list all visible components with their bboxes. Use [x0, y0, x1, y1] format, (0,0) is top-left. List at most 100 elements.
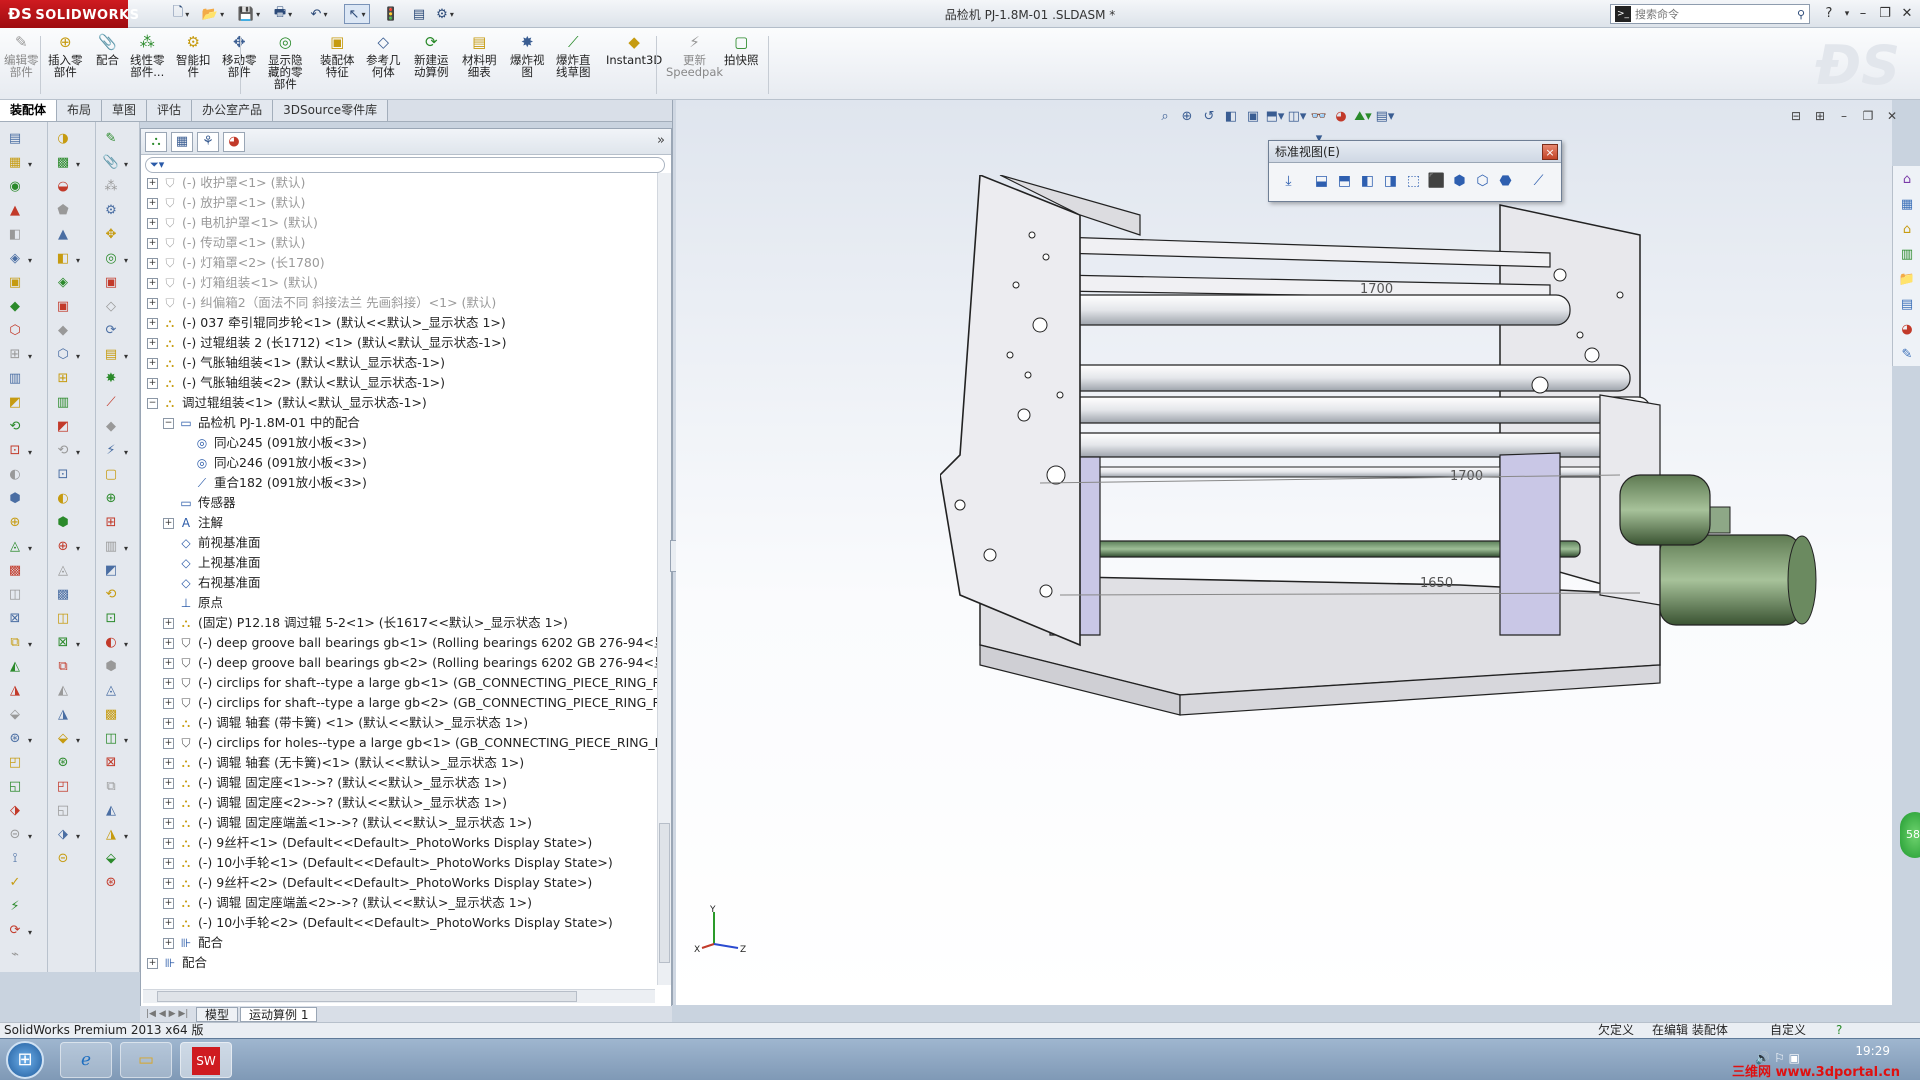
- tool-icon[interactable]: ▣: [102, 274, 120, 292]
- tab-5[interactable]: 3DSource零件库: [273, 100, 389, 121]
- snapshot-button[interactable]: ▢ 拍快照: [724, 32, 759, 67]
- scenes-icon[interactable]: ◕: [1896, 319, 1918, 341]
- tab-0[interactable]: 装配体: [0, 100, 58, 121]
- tree-row[interactable]: + ⛬ (-) 9丝杆<1> (Default<<Default>_PhotoWor…: [163, 833, 592, 853]
- tool-icon[interactable]: ✸: [102, 370, 120, 388]
- tool-icon[interactable]: ▦ ▾: [6, 154, 32, 172]
- tool-icon[interactable]: ⬡: [6, 322, 24, 340]
- tool-icon[interactable]: ◬: [54, 562, 72, 580]
- display-manager-tab-icon[interactable]: ◕: [223, 132, 245, 152]
- tool-icon[interactable]: ▥: [6, 370, 24, 388]
- property-manager-tab-icon[interactable]: ▦: [171, 132, 193, 152]
- tool-icon[interactable]: ⊡ ▾: [6, 442, 32, 460]
- assembly-features-button[interactable]: ▣ 装配体 特征: [320, 32, 355, 79]
- undo-icon[interactable]: ↶ ▾: [306, 4, 332, 24]
- tab-motion-study[interactable]: 运动算例 1: [240, 1006, 318, 1022]
- expand-toggle-icon[interactable]: +: [147, 957, 158, 969]
- tool-icon[interactable]: ◐: [54, 490, 72, 508]
- design-library-icon[interactable]: ▦: [1896, 194, 1918, 216]
- expand-toggle-icon[interactable]: +: [163, 917, 174, 929]
- dimension-label[interactable]: 1650: [1420, 576, 1453, 591]
- tool-icon[interactable]: ◑: [54, 130, 72, 148]
- tree-row[interactable]: + ⛬ (-) 调辊 固定座端盖<1>->? (默认<<默认>_显示状态 1>): [163, 813, 532, 833]
- status-units[interactable]: 自定义: [1770, 1023, 1806, 1038]
- search-pane-icon[interactable]: ▥: [1896, 244, 1918, 266]
- instant3d-button[interactable]: ◆ Instant3D: [606, 32, 662, 67]
- configuration-manager-tab-icon[interactable]: ⚘: [197, 132, 219, 152]
- viewport-single-icon[interactable]: ⊟: [1784, 106, 1808, 126]
- tool-icon[interactable]: ✥: [102, 226, 120, 244]
- tree-row[interactable]: + ⛉ (-) deep groove ball bearings gb<2> (R…: [163, 653, 659, 673]
- file-explorer-pane-icon[interactable]: ⌂: [1896, 219, 1918, 241]
- tree-row[interactable]: + ⛬ (-) 10小手轮<1> (Default<<Default>_PhotoW…: [163, 853, 613, 873]
- tool-icon[interactable]: 📎 ▾: [102, 154, 128, 172]
- tool-icon[interactable]: ⟳ ▾: [6, 922, 32, 940]
- exploded-view-button[interactable]: ✸ 爆炸视图: [510, 32, 545, 79]
- tool-icon[interactable]: ⊛ ▾: [6, 730, 32, 748]
- expand-toggle-icon[interactable]: +: [147, 197, 158, 209]
- tab-model[interactable]: 模型: [196, 1006, 239, 1022]
- tree-filter[interactable]: ⏷▾: [145, 157, 665, 173]
- tree-row[interactable]: + ⛉ (-) 灯箱组装<1> (默认): [147, 273, 318, 293]
- tool-icon[interactable]: ◈ ▾: [6, 250, 32, 268]
- file-explorer-icon[interactable]: ▭: [120, 1042, 172, 1078]
- tool-icon[interactable]: ⧉: [54, 658, 72, 676]
- tool-icon[interactable]: ⬡ ▾: [54, 346, 80, 364]
- tree-row[interactable]: + ⛬ (固定) P12.18 调过辊 5-2<1> (长1617<<默认>_显示状…: [163, 613, 568, 633]
- internet-explorer-icon[interactable]: ℯ: [60, 1042, 112, 1078]
- tool-icon[interactable]: ◰: [54, 778, 72, 796]
- tool-icon[interactable]: ⊠: [6, 610, 24, 628]
- tree-row[interactable]: + ⛉ (-) 电机护罩<1> (默认): [147, 213, 318, 233]
- tool-icon[interactable]: ◮: [6, 682, 24, 700]
- status-help[interactable]: ?: [1836, 1023, 1842, 1038]
- tool-icon[interactable]: ⚙: [102, 202, 120, 220]
- zoom-to-fit-icon[interactable]: ⌕: [1154, 106, 1176, 128]
- tool-icon[interactable]: ◆: [6, 298, 24, 316]
- tool-icon[interactable]: ◉: [6, 178, 24, 196]
- expand-toggle-icon[interactable]: +: [163, 637, 174, 649]
- tool-icon[interactable]: ◒: [54, 178, 72, 196]
- feature-tree-tab-icon[interactable]: ⛬: [145, 132, 167, 152]
- dynamic-annotation-icon[interactable]: ▣: [1242, 106, 1264, 128]
- tool-icon[interactable]: ⬟: [54, 202, 72, 220]
- tool-icon[interactable]: ⊕ ▾: [54, 538, 80, 556]
- tree-row[interactable]: + ⛉ (-) circlips for shaft--type a large g…: [163, 673, 659, 693]
- right-view-icon[interactable]: ◨: [1379, 169, 1402, 193]
- tool-icon[interactable]: ⁂: [102, 178, 120, 196]
- expand-toggle-icon[interactable]: +: [163, 677, 174, 689]
- expand-toggle-icon[interactable]: +: [163, 757, 174, 769]
- view-settings-icon[interactable]: ▤▾: [1374, 106, 1396, 128]
- tool-icon[interactable]: ◎ ▾: [102, 250, 128, 268]
- standard-views-title[interactable]: 标准视图(E): [1269, 141, 1561, 163]
- expand-toggle-icon[interactable]: +: [147, 237, 158, 249]
- expand-toggle-icon[interactable]: +: [163, 937, 174, 949]
- bom-button[interactable]: ▤ 材料明 细表: [462, 32, 497, 79]
- tool-icon[interactable]: ◆: [102, 418, 120, 436]
- tool-icon[interactable]: ⟟: [6, 850, 24, 868]
- tool-icon[interactable]: ◭: [54, 682, 72, 700]
- expand-toggle-icon[interactable]: +: [147, 297, 158, 309]
- tree-row[interactable]: − ⛬ 调过辊组装<1> (默认<默认_显示状态-1>): [147, 393, 427, 413]
- tool-icon[interactable]: ◫: [6, 586, 24, 604]
- apply-scene-icon[interactable]: ⛰▾: [1352, 106, 1374, 128]
- standard-views-close-button[interactable]: ×: [1542, 144, 1558, 160]
- top-view-icon[interactable]: ⬚: [1402, 169, 1425, 193]
- tool-icon[interactable]: ⧉: [102, 778, 120, 796]
- tool-icon[interactable]: ◮ ▾: [102, 826, 128, 844]
- tool-icon[interactable]: ◭: [6, 658, 24, 676]
- expand-toggle-icon[interactable]: +: [163, 617, 174, 629]
- tool-icon[interactable]: ⊞: [102, 514, 120, 532]
- tool-icon[interactable]: ▲: [54, 226, 72, 244]
- edit-appearance-icon[interactable]: ◕: [1330, 106, 1352, 128]
- tool-icon[interactable]: ⊝: [54, 850, 72, 868]
- select-icon[interactable]: ↖ ▾: [344, 4, 370, 24]
- tool-icon[interactable]: ⟋: [102, 394, 120, 412]
- expand-toggle-icon[interactable]: +: [163, 777, 174, 789]
- tool-icon[interactable]: ◱: [54, 802, 72, 820]
- notification-bubble[interactable]: 58: [1900, 812, 1920, 858]
- search-icon[interactable]: ⚲: [1797, 8, 1805, 21]
- tool-icon[interactable]: ⬗: [6, 802, 24, 820]
- appearances-icon[interactable]: ▤: [1896, 294, 1918, 316]
- tool-icon[interactable]: ◈: [54, 274, 72, 292]
- tab-3[interactable]: 评估: [147, 100, 193, 121]
